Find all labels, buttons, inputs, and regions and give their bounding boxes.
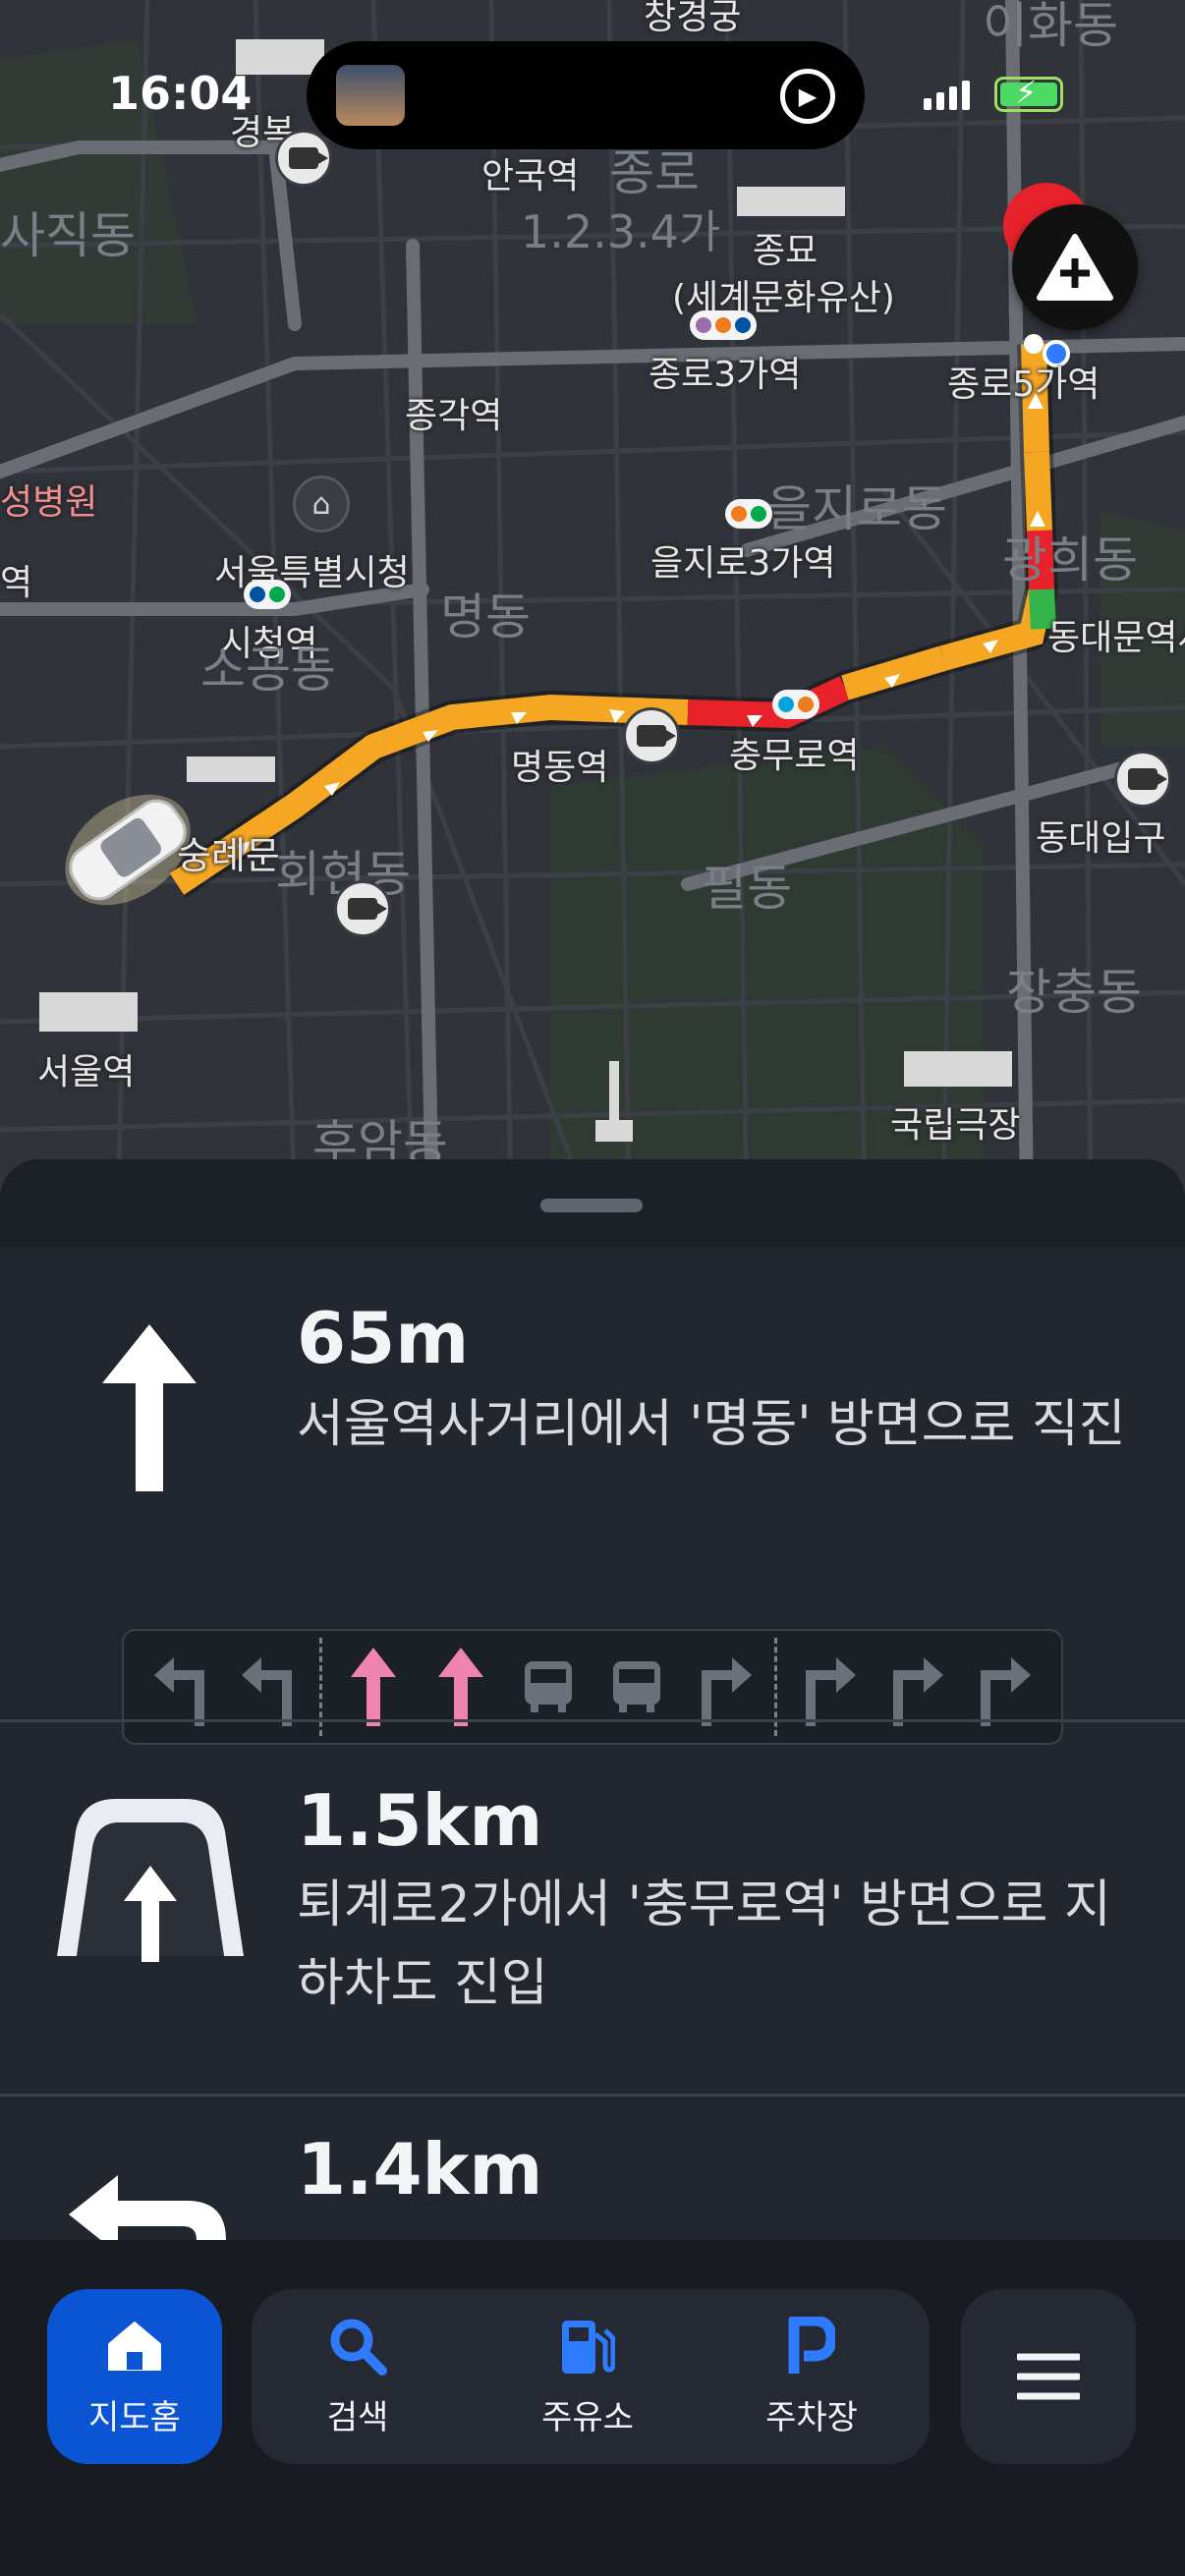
menu-button[interactable] bbox=[961, 2289, 1136, 2464]
map-label: 안국역 bbox=[481, 156, 580, 196]
map-label: 동대입구 bbox=[1036, 818, 1166, 859]
lane-straight-active-icon bbox=[336, 1643, 411, 1731]
lane-right-icon bbox=[687, 1643, 762, 1731]
map-label: 소공동 bbox=[200, 642, 336, 699]
play-icon[interactable]: ▶ bbox=[780, 69, 835, 124]
map-label: 이화동 bbox=[983, 0, 1118, 54]
nav-gas-button[interactable]: 주유소 bbox=[503, 2289, 672, 2464]
map-label: 사직동 bbox=[0, 207, 136, 264]
map-label: 역 bbox=[0, 563, 33, 603]
sheet-grabber[interactable] bbox=[540, 1199, 643, 1212]
speed-camera-icon[interactable] bbox=[334, 880, 391, 937]
lane-right-icon bbox=[878, 1643, 953, 1731]
map-label: 숭례문 bbox=[177, 834, 280, 877]
lane-bus-icon bbox=[599, 1643, 674, 1731]
map-label: 동대문역사 bbox=[1047, 618, 1185, 658]
map-label: 장충동 bbox=[1006, 964, 1142, 1021]
map-label: 필동 bbox=[702, 860, 792, 917]
step-instruction: 퇴계로2가에서 '충무로역' 방면으로 지하차도 진입 bbox=[297, 1876, 1111, 2013]
battery-charging-icon: ⚡ bbox=[994, 74, 1063, 112]
map-roads bbox=[0, 0, 1185, 1208]
subway-station-marker[interactable] bbox=[772, 690, 819, 719]
nav-search-button[interactable]: 검색 bbox=[273, 2289, 442, 2464]
map-label: 종로5가역 bbox=[947, 364, 1100, 405]
gas-station-icon bbox=[560, 2316, 615, 2377]
dynamic-island[interactable]: ▶ bbox=[307, 41, 865, 149]
speed-camera-icon[interactable] bbox=[623, 707, 680, 764]
search-icon bbox=[328, 2316, 387, 2377]
map-label: 1.2.3.4가 bbox=[521, 205, 721, 258]
media-thumbnail bbox=[336, 65, 405, 126]
status-time: 16:04 bbox=[108, 67, 253, 120]
map-view[interactable]: 창경궁 이화동 경복 안국역 종로 사직동 1.2.3.4가 종묘 (세계문화유… bbox=[0, 0, 1185, 1208]
parking-icon bbox=[788, 2316, 835, 2377]
subway-station-marker[interactable] bbox=[725, 499, 772, 529]
nav-group: 검색 주유소 주차장 bbox=[252, 2289, 930, 2464]
cellular-signal-icon bbox=[924, 81, 970, 110]
landmark-icon[interactable]: ⌂ bbox=[293, 476, 350, 532]
lane-straight-active-icon bbox=[423, 1643, 498, 1731]
step-distance: 1.5km bbox=[297, 1779, 543, 1862]
map-label: 종각역 bbox=[405, 396, 503, 436]
map-label: 명동 bbox=[440, 588, 531, 645]
lane-left-icon bbox=[232, 1643, 307, 1731]
underpass-icon bbox=[57, 1799, 244, 1962]
map-label: 을지로동 bbox=[766, 480, 947, 537]
nav-parking-label: 주차장 bbox=[765, 2397, 858, 2437]
nav-parking-button[interactable]: 주차장 bbox=[727, 2289, 896, 2464]
lane-left-icon bbox=[144, 1643, 219, 1731]
map-label: 종로3가역 bbox=[649, 355, 802, 395]
map-label: 충무로역 bbox=[729, 736, 860, 776]
step-instruction: 서울역사거리에서 '명동' 방면으로 직진 bbox=[297, 1395, 1126, 1454]
map-label: 종묘 bbox=[753, 231, 818, 271]
map-label: 광희동 bbox=[1002, 532, 1138, 588]
nav-search-label: 검색 bbox=[326, 2397, 389, 2437]
warning-plus-icon bbox=[1037, 234, 1113, 301]
step-distance: 65m bbox=[297, 1297, 470, 1379]
lane-bus-icon bbox=[511, 1643, 586, 1731]
map-label: 성병원 bbox=[0, 482, 98, 523]
lane-right-icon bbox=[966, 1643, 1041, 1731]
report-add-button[interactable] bbox=[1012, 204, 1138, 330]
home-icon bbox=[107, 2316, 162, 2377]
speed-camera-icon[interactable] bbox=[1114, 751, 1171, 808]
subway-station-marker[interactable] bbox=[244, 580, 291, 609]
map-label: 을지로3가역 bbox=[650, 543, 836, 584]
map-label: 서울역 bbox=[37, 1052, 136, 1092]
direction-step[interactable]: 1.5km 퇴계로2가에서 '충무로역' 방면으로 지하차도 진입 bbox=[0, 1722, 1185, 2096]
map-label: 명동역 bbox=[511, 748, 609, 788]
straight-arrow-icon bbox=[102, 1324, 197, 1491]
nav-gas-label: 주유소 bbox=[541, 2397, 634, 2437]
map-label: 창경궁 bbox=[644, 0, 742, 37]
subway-station-marker[interactable] bbox=[690, 310, 757, 340]
lane-right-icon bbox=[791, 1643, 866, 1731]
bottom-navigation: 지도홈 검색 주유소 주차장 bbox=[0, 2240, 1185, 2576]
map-label: 국립극장 bbox=[890, 1105, 1021, 1146]
nav-home-label: 지도홈 bbox=[88, 2397, 181, 2437]
hamburger-menu-icon bbox=[1017, 2346, 1080, 2407]
map-label: 서울특별시청 bbox=[214, 553, 410, 593]
speed-camera-icon[interactable] bbox=[275, 130, 332, 187]
sheet-header[interactable] bbox=[0, 1159, 1185, 1248]
turn-left-icon bbox=[69, 2175, 226, 2244]
step-distance: 1.4km bbox=[297, 2128, 543, 2211]
nav-home-button[interactable]: 지도홈 bbox=[47, 2289, 222, 2464]
